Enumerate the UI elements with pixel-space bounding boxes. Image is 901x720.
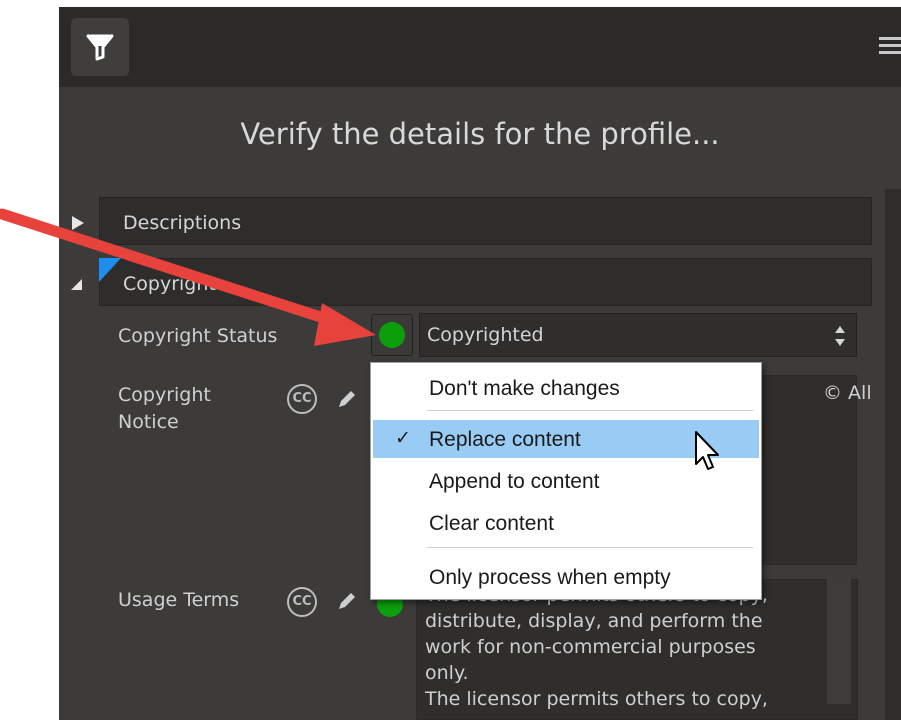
annotation-arrow-icon — [0, 208, 376, 346]
